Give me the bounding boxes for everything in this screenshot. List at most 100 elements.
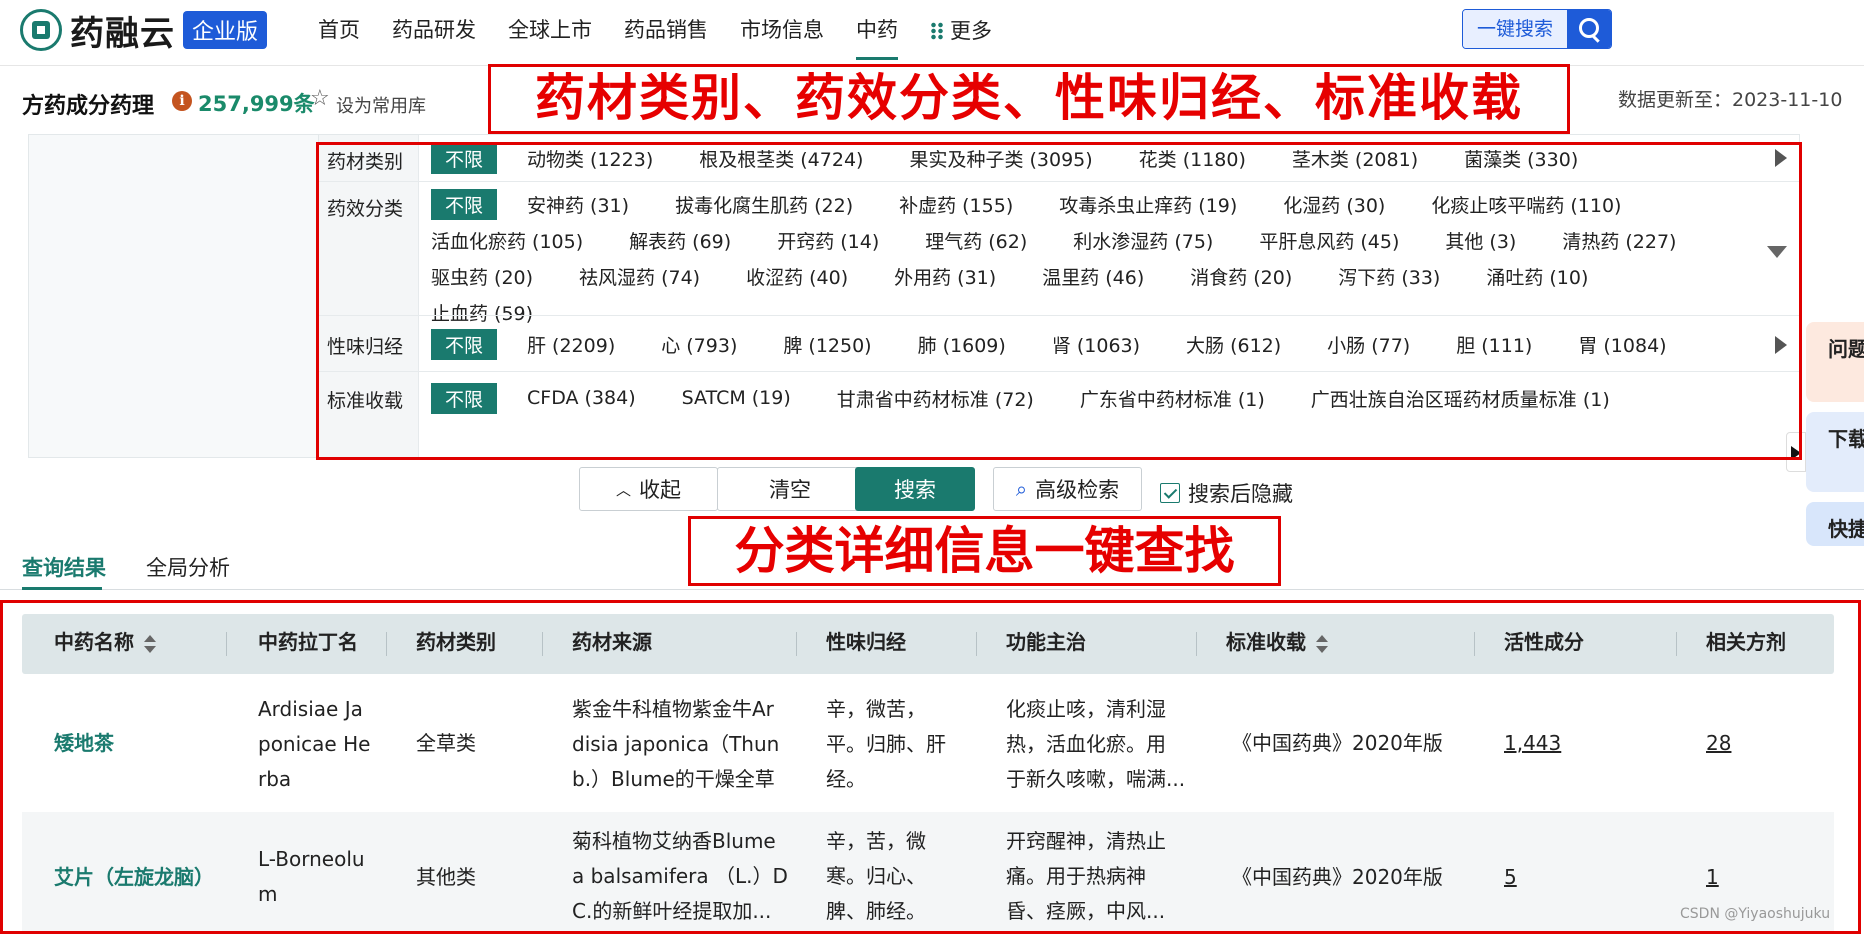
filter-option[interactable]: 甘肃省中药材标准 (72)	[837, 385, 1034, 412]
enterprise-badge: 企业版	[183, 11, 268, 49]
column-divider	[796, 632, 797, 656]
sort-icon[interactable]	[144, 633, 156, 655]
download-records-button[interactable]: 下载记录	[1806, 412, 1864, 492]
filter-option[interactable]: 动物类 (1223)	[527, 145, 653, 172]
filter-option[interactable]: CFDA (384)	[527, 387, 636, 409]
column-header-nature: 性味归经	[826, 630, 906, 654]
filter-option[interactable]: 肾 (1063)	[1052, 331, 1140, 358]
feedback-button[interactable]: 问题反馈	[1806, 322, 1864, 402]
advanced-search-button[interactable]: ⌕ 高级检索	[993, 467, 1142, 511]
filter-option[interactable]: 补虚药 (155)	[899, 191, 1013, 218]
expand-right-arrow-icon[interactable]	[1775, 336, 1787, 354]
related-formulas-link[interactable]: 1	[1706, 860, 1719, 895]
filter-row-efficacy-category: 药效分类 不限 安神药 (31) 拔毒化腐生肌药 (22) 补虚药 (155) …	[319, 181, 1799, 325]
filter-option[interactable]: 广东省中药材标准 (1)	[1080, 385, 1265, 412]
nav-item-global-launch[interactable]: 全球上市	[508, 0, 592, 62]
filter-option[interactable]: SATCM (19)	[682, 387, 791, 409]
herb-name-link[interactable]: 艾片（左旋龙脑）	[54, 860, 214, 895]
active-ingredients-link[interactable]: 1,443	[1504, 726, 1561, 761]
filter-option[interactable]: 利水渗湿药 (75)	[1073, 227, 1213, 254]
filter-option[interactable]: 肺 (1609)	[918, 331, 1006, 358]
filter-options: 不限 CFDA (384) SATCM (19) 甘肃省中药材标准 (72) 广…	[431, 380, 1731, 416]
filter-option[interactable]: 其他 (3)	[1445, 227, 1516, 254]
filter-option[interactable]: 外用药 (31)	[894, 263, 996, 290]
search-button[interactable]: 搜索	[855, 467, 975, 511]
nav-item-more[interactable]: 更多	[930, 0, 992, 62]
column-header-source: 药材来源	[572, 630, 652, 654]
herb-name-link[interactable]: 矮地茶	[54, 726, 114, 761]
column-divider	[1676, 632, 1677, 656]
category-cell: 全草类	[416, 731, 476, 755]
filter-option[interactable]: 胆 (111)	[1456, 331, 1532, 358]
filter-option-unlimited[interactable]: 不限	[431, 382, 498, 414]
brand-logo[interactable]: 药融云 企业版	[20, 4, 268, 56]
expand-right-arrow-icon[interactable]	[1775, 149, 1787, 167]
related-formulas-link[interactable]: 28	[1706, 726, 1731, 761]
filter-option[interactable]: 平肝息风药 (45)	[1259, 227, 1399, 254]
tab-global-analysis[interactable]: 全局分析	[146, 552, 230, 582]
filter-option[interactable]: 大肠 (612)	[1186, 331, 1281, 358]
filter-label: 性味归经	[319, 316, 419, 371]
column-header-standard[interactable]: 标准收载	[1226, 614, 1328, 674]
nav-item-market-info[interactable]: 市场信息	[740, 0, 824, 62]
filter-option[interactable]: 心 (793)	[661, 331, 737, 358]
tab-query-results[interactable]: 查询结果	[22, 552, 106, 582]
filter-option[interactable]: 肝 (2209)	[527, 331, 615, 358]
panel-toggle-arrow-icon[interactable]	[1786, 432, 1806, 472]
filter-option[interactable]: 开窍药 (14)	[777, 227, 879, 254]
clear-button[interactable]: 清空	[717, 467, 863, 511]
filter-option[interactable]: 化湿药 (30)	[1283, 191, 1385, 218]
one-click-search-button[interactable]: 一键搜索	[1462, 9, 1612, 49]
filter-option[interactable]: 清热药 (227)	[1562, 227, 1676, 254]
filter-option[interactable]: 攻毒杀虫止痒药 (19)	[1059, 191, 1237, 218]
column-header-name[interactable]: 中药名称	[54, 614, 156, 674]
filter-option[interactable]: 广西壮族自治区瑶药材质量标准 (1)	[1311, 385, 1610, 412]
nav-item-rd[interactable]: 药品研发	[392, 0, 476, 62]
function-cell: 开窍醒神，清热止 痛。用于热病神 昏、痉厥，中风...	[1006, 829, 1166, 923]
filter-option-unlimited[interactable]: 不限	[431, 328, 498, 360]
nature-meridian-cell: 辛，苦，微 寒。归心、 脾、肺经。	[826, 829, 926, 923]
filter-option[interactable]: 果实及种子类 (3095)	[909, 145, 1092, 172]
filter-option[interactable]: 化痰止咳平喘药 (110)	[1431, 191, 1621, 218]
source-cell: 紫金牛科植物紫金牛Ar disia japonica（Thun b.）Blume的干…	[572, 697, 780, 791]
filter-option[interactable]: 安神药 (31)	[527, 191, 629, 218]
filter-option-unlimited[interactable]: 不限	[431, 142, 498, 174]
filter-option[interactable]: 驱虫药 (20)	[431, 263, 533, 290]
collapse-button[interactable]: ︿ 收起	[579, 467, 718, 511]
filter-option[interactable]: 拔毒化腐生肌药 (22)	[675, 191, 853, 218]
filter-option[interactable]: 菌藻类 (330)	[1464, 145, 1578, 172]
search-icon[interactable]	[1567, 10, 1611, 48]
filter-option[interactable]: 收涩药 (40)	[746, 263, 848, 290]
filter-option[interactable]: 理气药 (62)	[925, 227, 1027, 254]
info-icon[interactable]: i	[172, 91, 192, 111]
nav-item-home[interactable]: 首页	[318, 0, 360, 62]
filter-option[interactable]: 消食药 (20)	[1190, 263, 1292, 290]
filter-option[interactable]: 脾 (1250)	[783, 331, 871, 358]
filter-option-unlimited[interactable]: 不限	[431, 188, 498, 220]
filter-option[interactable]: 根及根茎类 (4724)	[699, 145, 863, 172]
filter-label: 药材类别	[319, 135, 419, 181]
filter-option[interactable]: 小肠 (77)	[1327, 331, 1410, 358]
filter-option[interactable]: 胃 (1084)	[1578, 331, 1666, 358]
filter-option[interactable]: 涌吐药 (10)	[1486, 263, 1588, 290]
advanced-search-icon: ⌕	[1015, 477, 1028, 501]
hide-after-search-checkbox[interactable]: 搜索后隐藏	[1160, 478, 1293, 508]
checkbox-checked-icon[interactable]	[1160, 483, 1180, 503]
filter-option[interactable]: 温里药 (46)	[1042, 263, 1144, 290]
nav-item-sales[interactable]: 药品销售	[624, 0, 708, 62]
filter-option[interactable]: 解表药 (69)	[629, 227, 731, 254]
active-ingredients-link[interactable]: 5	[1504, 860, 1517, 895]
nav-item-tcm[interactable]: 中药	[856, 0, 898, 62]
filter-option[interactable]: 泻下药 (33)	[1338, 263, 1440, 290]
filter-option[interactable]: 祛风湿药 (74)	[579, 263, 700, 290]
expand-down-arrow-icon[interactable]	[1767, 246, 1787, 258]
sort-icon[interactable]	[1316, 633, 1328, 655]
filter-option[interactable]: 茎木类 (2081)	[1292, 145, 1418, 172]
set-common-library-link[interactable]: 设为常用库	[336, 92, 426, 118]
filter-option[interactable]: 活血化瘀药 (105)	[431, 227, 583, 254]
star-icon[interactable]: ☆	[310, 88, 330, 110]
column-divider	[226, 632, 227, 656]
shortcut-button[interactable]: 快捷	[1806, 502, 1864, 546]
filter-option[interactable]: 花类 (1180)	[1139, 145, 1246, 172]
filter-label: 标准收载	[319, 372, 419, 457]
